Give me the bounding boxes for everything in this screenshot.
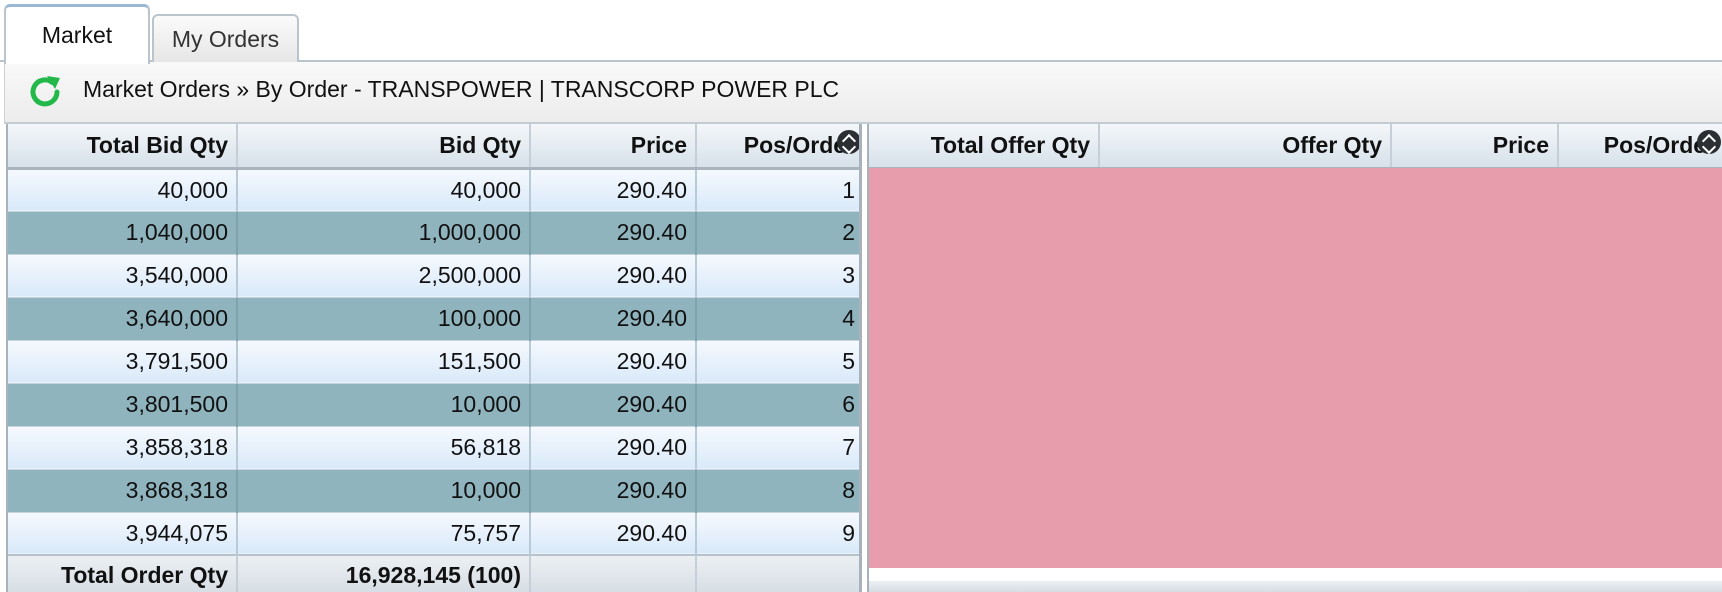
column-header-total-bid-qty[interactable]: Total Bid Qty xyxy=(8,124,238,170)
table-row[interactable]: 3,868,318 10,000 290.40 8 xyxy=(8,469,859,513)
table-row[interactable]: 3,944,075 75,757 290.40 9 xyxy=(8,512,859,556)
offer-empty-area xyxy=(869,168,1722,568)
cell-price: 290.40 xyxy=(530,512,697,556)
cell-bid-qty: 10,000 xyxy=(237,469,531,513)
cell-price: 290.40 xyxy=(530,469,697,513)
offer-grid: Total Offer Qty Offer Qty Price Pos/Orde… xyxy=(867,124,1722,592)
summary-label: Total Order Qty xyxy=(8,554,238,592)
cell-pos-order: 5 xyxy=(696,340,859,384)
cell-bid-qty: 1,000,000 xyxy=(237,211,531,255)
table-row[interactable]: 3,791,500 151,500 290.40 5 xyxy=(8,340,859,384)
cell-bid-qty: 2,500,000 xyxy=(237,254,531,298)
cell-total-bid-qty: 1,040,000 xyxy=(8,211,238,255)
cell-pos-order: 1 xyxy=(696,168,859,212)
cell-price: 290.40 xyxy=(530,383,697,427)
cell-total-bid-qty: 3,791,500 xyxy=(8,340,238,384)
cell-pos-order: 9 xyxy=(696,512,859,556)
column-menu-icon[interactable] xyxy=(1697,130,1721,154)
cell-bid-qty: 40,000 xyxy=(237,168,531,212)
tab-bar: Market My Orders xyxy=(0,0,1722,64)
cell-bid-qty: 100,000 xyxy=(237,297,531,341)
refresh-icon[interactable] xyxy=(25,72,65,112)
cell-price: 290.40 xyxy=(530,168,697,212)
cell-pos-order: 7 xyxy=(696,426,859,470)
cell-total-bid-qty: 3,868,318 xyxy=(8,469,238,513)
cell-price: 290.40 xyxy=(530,340,697,384)
cell-total-bid-qty: 40,000 xyxy=(8,168,238,212)
cell-pos-order: 4 xyxy=(696,297,859,341)
summary-value: 16,928,145 (100) xyxy=(237,554,531,592)
table-row[interactable]: 3,540,000 2,500,000 290.40 3 xyxy=(8,254,859,298)
cell-bid-qty: 151,500 xyxy=(237,340,531,384)
column-menu-icon[interactable] xyxy=(837,130,859,154)
cell-total-bid-qty: 3,540,000 xyxy=(8,254,238,298)
table-row[interactable]: 3,801,500 10,000 290.40 6 xyxy=(8,383,859,427)
cell-total-bid-qty: 3,640,000 xyxy=(8,297,238,341)
cell-price: 290.40 xyxy=(530,211,697,255)
cell-pos-order: 6 xyxy=(696,383,859,427)
tab-my-orders[interactable]: My Orders xyxy=(152,14,299,62)
column-header-price[interactable]: Price xyxy=(530,124,697,170)
caption-title: Market Orders » By Order - TRANSPOWER | … xyxy=(83,76,840,102)
cell-pos-order: 2 xyxy=(696,211,859,255)
cell-total-bid-qty: 3,858,318 xyxy=(8,426,238,470)
panel-caption: Market Orders » By Order - TRANSPOWER | … xyxy=(4,62,1722,124)
cell-price: 290.40 xyxy=(530,426,697,470)
summary-empty-cell xyxy=(530,554,697,592)
table-row[interactable]: 1,040,000 1,000,000 290.40 2 xyxy=(8,211,859,255)
cell-bid-qty: 56,818 xyxy=(237,426,531,470)
cell-total-bid-qty: 3,801,500 xyxy=(8,383,238,427)
table-row[interactable]: 40,000 40,000 290.40 1 xyxy=(8,168,859,212)
summary-empty-cell xyxy=(696,554,859,592)
column-header-pos-order[interactable]: Pos/Order xyxy=(696,124,859,170)
column-header-total-offer-qty[interactable]: Total Offer Qty xyxy=(869,124,1100,170)
table-row[interactable]: 3,640,000 100,000 290.40 4 xyxy=(8,297,859,341)
bid-grid: Total Bid Qty Bid Qty Price Pos/Order 40… xyxy=(6,124,862,592)
cell-total-bid-qty: 3,944,075 xyxy=(8,512,238,556)
cell-price: 290.40 xyxy=(530,297,697,341)
column-header-bid-qty[interactable]: Bid Qty xyxy=(237,124,531,170)
offer-summary-row xyxy=(869,581,1722,592)
column-header-offer-qty[interactable]: Offer Qty xyxy=(1099,124,1392,170)
column-header-price[interactable]: Price xyxy=(1391,124,1559,170)
table-row[interactable]: 3,858,318 56,818 290.40 7 xyxy=(8,426,859,470)
cell-bid-qty: 75,757 xyxy=(237,512,531,556)
column-header-pos-order[interactable]: Pos/Order xyxy=(1558,124,1722,170)
cell-price: 290.40 xyxy=(530,254,697,298)
cell-bid-qty: 10,000 xyxy=(237,383,531,427)
tab-market[interactable]: Market xyxy=(4,4,150,64)
summary-row: Total Order Qty 16,928,145 (100) xyxy=(8,554,859,592)
cell-pos-order: 8 xyxy=(696,469,859,513)
cell-pos-order: 3 xyxy=(696,254,859,298)
